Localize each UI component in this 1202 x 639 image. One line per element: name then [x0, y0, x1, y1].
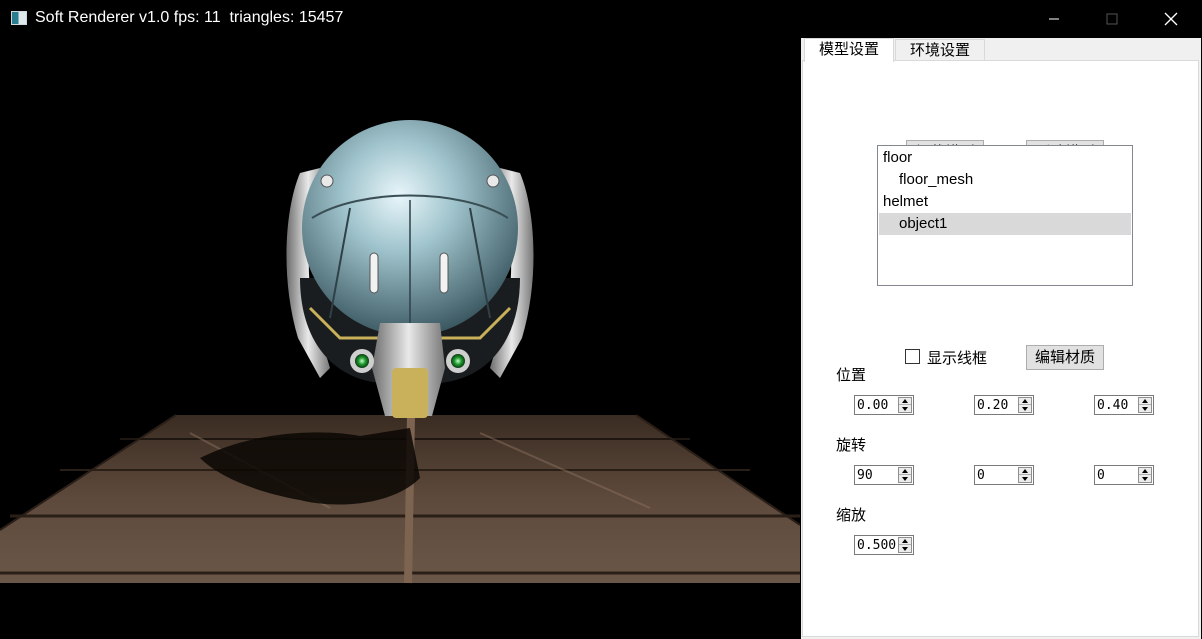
position-label: 位置	[836, 367, 867, 384]
app-icon	[11, 11, 27, 25]
position-z-value: 0.40	[1097, 398, 1129, 413]
position-y-value: 0.20	[977, 398, 1009, 413]
decrement-arrow-icon[interactable]	[899, 475, 911, 482]
title-bar: Soft Renderer v1.0 fps: 11 triangles: 15…	[0, 0, 1202, 38]
render-viewport[interactable]	[0, 38, 800, 639]
rotation-x-value: 90	[857, 468, 873, 483]
maximize-icon	[1106, 13, 1118, 25]
tab-environment-settings[interactable]: 环境设置	[895, 39, 986, 61]
minimize-icon	[1049, 18, 1059, 20]
edit-material-button[interactable]: 编辑材质	[1026, 345, 1104, 370]
minimize-button[interactable]	[1025, 0, 1083, 38]
tree-item-object1[interactable]: object1	[879, 213, 1131, 235]
helmet-model	[286, 120, 534, 418]
increment-arrow-icon[interactable]	[899, 538, 911, 545]
scale-value: 0.500	[857, 538, 897, 553]
tree-item-helmet[interactable]: helmet	[879, 191, 1131, 213]
decrement-arrow-icon[interactable]	[1019, 475, 1031, 482]
decrement-arrow-icon[interactable]	[1139, 405, 1151, 412]
decrement-arrow-icon[interactable]	[899, 405, 911, 412]
decrement-arrow-icon[interactable]	[899, 545, 911, 552]
position-z-spinbox[interactable]: 0.40	[1094, 395, 1154, 415]
increment-arrow-icon[interactable]	[899, 398, 911, 405]
rotation-z-spinbox[interactable]: 0	[1094, 465, 1154, 485]
increment-arrow-icon[interactable]	[1019, 398, 1031, 405]
wireframe-label: 显示线框	[927, 350, 988, 367]
rotation-y-value: 0	[977, 468, 985, 483]
window-title: Soft Renderer v1.0 fps: 11 triangles: 15…	[35, 9, 344, 26]
settings-panel: 模型设置 环境设置 加载模型 删除模型 floor floor_mesh hel…	[801, 38, 1201, 639]
scale-label: 缩放	[836, 507, 867, 524]
rotation-y-spinbox[interactable]: 0	[974, 465, 1034, 485]
scene-render	[0, 120, 800, 584]
increment-arrow-icon[interactable]	[1139, 468, 1151, 475]
increment-arrow-icon[interactable]	[1139, 398, 1151, 405]
rotation-z-value: 0	[1097, 468, 1105, 483]
rotation-label: 旋转	[836, 437, 867, 454]
tree-item-floor[interactable]: floor	[879, 147, 1131, 169]
maximize-button[interactable]	[1083, 0, 1141, 38]
position-x-value: 0.00	[857, 398, 889, 413]
model-tree[interactable]: floor floor_mesh helmet object1	[877, 145, 1133, 286]
close-button[interactable]	[1142, 0, 1200, 38]
rotation-x-spinbox[interactable]: 90	[854, 465, 914, 485]
decrement-arrow-icon[interactable]	[1019, 405, 1031, 412]
increment-arrow-icon[interactable]	[1019, 468, 1031, 475]
tree-item-floor-mesh[interactable]: floor_mesh	[879, 169, 1131, 191]
close-icon	[1164, 12, 1178, 26]
decrement-arrow-icon[interactable]	[1139, 475, 1151, 482]
scale-spinbox[interactable]: 0.500	[854, 535, 914, 555]
tab-model-settings[interactable]: 模型设置	[804, 38, 895, 62]
position-y-spinbox[interactable]: 0.20	[974, 395, 1034, 415]
increment-arrow-icon[interactable]	[899, 468, 911, 475]
floor-mesh	[0, 414, 800, 584]
position-x-spinbox[interactable]: 0.00	[854, 395, 914, 415]
wireframe-checkbox[interactable]	[905, 349, 920, 364]
model-settings-page: 加载模型 删除模型 floor floor_mesh helmet object…	[802, 60, 1199, 637]
